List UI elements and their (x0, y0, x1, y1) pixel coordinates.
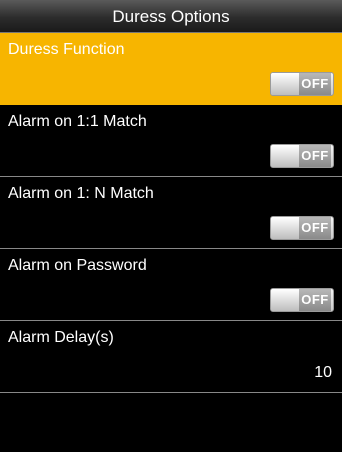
title-bar: Duress Options (0, 0, 342, 33)
toggle-knob (271, 217, 301, 239)
toggle-state-label: OFF (299, 217, 331, 239)
alarm-1-n-match-toggle[interactable]: OFF (270, 216, 334, 240)
alarm-1-1-match-toggle[interactable]: OFF (270, 144, 334, 168)
list-item-alarm-1-1-match[interactable]: Alarm on 1:1 Match OFF (0, 105, 342, 177)
list-item-alarm-1-n-match[interactable]: Alarm on 1: N Match OFF (0, 177, 342, 249)
item-label: Alarm Delay(s) (8, 329, 114, 346)
list-item-alarm-delay[interactable]: Alarm Delay(s) 10 (0, 321, 342, 393)
page-title: Duress Options (112, 7, 230, 26)
toggle-knob (271, 289, 301, 311)
item-label: Alarm on 1: N Match (8, 185, 154, 202)
item-label: Duress Function (8, 41, 125, 58)
toggle-state-label: OFF (299, 73, 331, 95)
alarm-on-password-toggle[interactable]: OFF (270, 288, 334, 312)
list-item-alarm-on-password[interactable]: Alarm on Password OFF (0, 249, 342, 321)
toggle-state-label: OFF (299, 289, 331, 311)
duress-function-toggle[interactable]: OFF (270, 72, 334, 96)
item-label: Alarm on 1:1 Match (8, 113, 147, 130)
list-item-duress-function[interactable]: Duress Function OFF (0, 33, 342, 105)
alarm-delay-value: 10 (314, 364, 332, 381)
item-label: Alarm on Password (8, 257, 147, 274)
toggle-knob (271, 73, 301, 95)
toggle-knob (271, 145, 301, 167)
toggle-state-label: OFF (299, 145, 331, 167)
options-list: Duress Function OFF Alarm on 1:1 Match O… (0, 33, 342, 393)
